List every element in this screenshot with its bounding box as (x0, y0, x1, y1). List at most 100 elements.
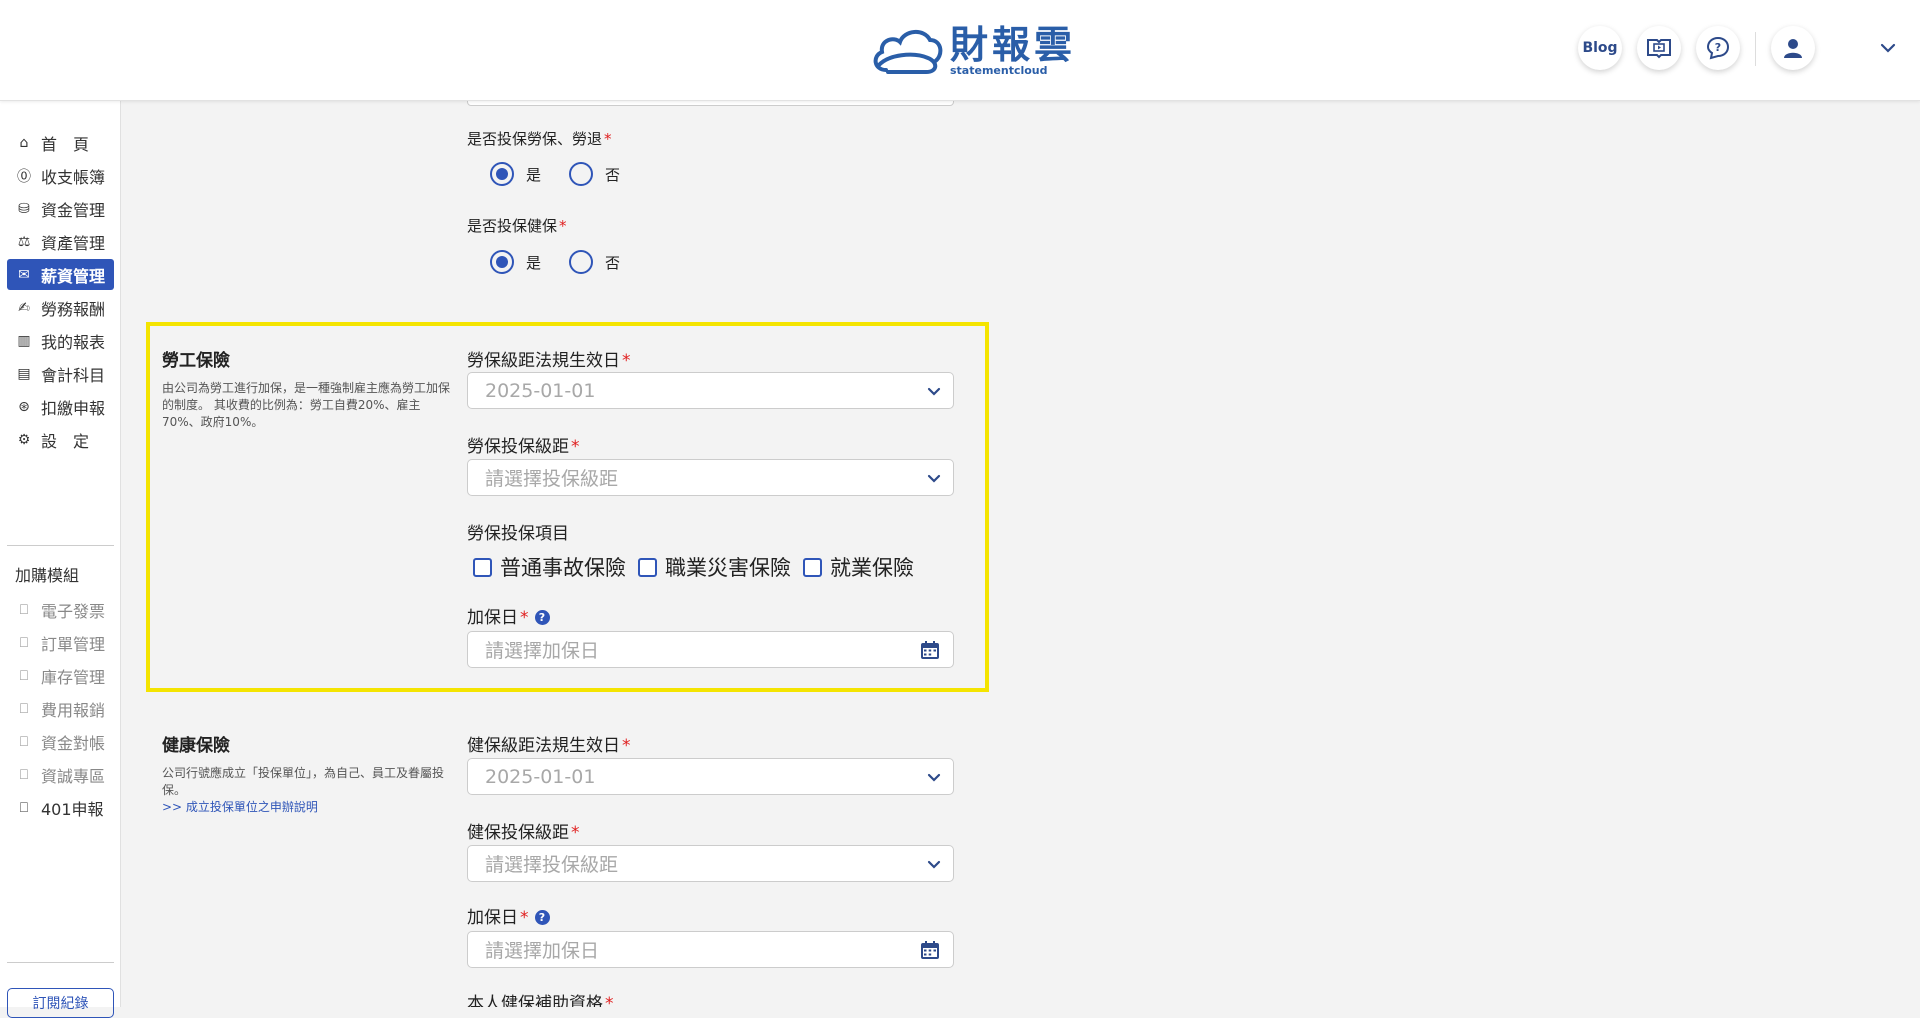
health-subsidy-label: 本人健保補助資格 * (467, 989, 614, 1007)
blog-label: Blog (1582, 40, 1618, 56)
lock-doc-icon: ⎕ (19, 700, 29, 717)
sidebar-addon-reconcile[interactable]: ⎕ 資金對帳 (7, 726, 114, 757)
sidebar-item-label: 費用報銷 (41, 700, 106, 720)
labor-items-checkbox-group: 普通事故保險 職業災害保險 就業保險 (473, 552, 926, 582)
sidebar-item-label: 首 頁 (41, 134, 90, 154)
sidebar-item-label: 會計科目 (41, 365, 106, 385)
sidebar: ⌂ 首 頁 ⓪ 收支帳簿 ⛁ 資金管理 ⚖ 資產管理 ✉ 薪資管理 ✍ 勞務報酬… (0, 101, 121, 1018)
sidebar-addon-inventory[interactable]: ⎕ 庫存管理 (7, 660, 114, 691)
subscription-button[interactable]: 訂閱紀錄 (7, 988, 114, 1018)
labor-pension-no-radio[interactable] (569, 162, 594, 186)
required-mark: * (520, 908, 529, 928)
sidebar-item-label: 資金管理 (41, 200, 106, 220)
health-no-radio[interactable] (569, 250, 594, 274)
sidebar-item-home[interactable]: ⌂ 首 頁 (7, 127, 114, 158)
health-effective-date-select[interactable]: 2025-01-01 (467, 758, 954, 795)
health-date-label-text: 加保日 (467, 908, 518, 928)
checkbox-label: 就業保險 (830, 556, 914, 580)
labor-date-label-text: 加保日 (467, 608, 518, 628)
sidebar-item-fund[interactable]: ⛁ 資金管理 (7, 193, 114, 224)
labor-items-label: 勞保投保項目 (467, 524, 569, 544)
sidebar-item-label: 資產管理 (41, 233, 106, 253)
lock-doc-icon: ⎕ (19, 634, 29, 651)
labor-pension-question: 是否投保勞保、勞退 * (467, 128, 612, 149)
health-insurance-desc: 公司行號應成立「投保單位」，為自己、員工及眷屬投保。 >> 成立投保單位之申辦說… (162, 765, 452, 816)
labor-effective-label: 勞保級距法規生效日 * (467, 346, 631, 371)
sidebar-item-accounts[interactable]: ▤ 會計科目 (7, 358, 114, 389)
required-mark: * (604, 130, 612, 148)
previous-select-field[interactable] (467, 101, 954, 106)
sidebar-item-label: 扣繳申報 (41, 398, 106, 418)
logo-subtitle: statementcloud (950, 64, 1048, 77)
labor-icon: ✍ (18, 299, 30, 316)
cloud-logo-icon (873, 30, 943, 74)
logo[interactable]: 財報雲 statementcloud (868, 22, 1076, 80)
apply-unit-link[interactable]: >> 成立投保單位之申辦說明 (162, 799, 452, 816)
health-question-text: 是否投保健保 (467, 217, 558, 235)
health-grade-placeholder: 請選擇投保級距 (485, 854, 619, 876)
blog-button[interactable]: Blog (1578, 26, 1622, 70)
health-date-placeholder: 請選擇加保日 (485, 940, 600, 962)
salary-icon: ✉ (18, 266, 30, 283)
sidebar-item-label: 電子發票 (41, 601, 106, 621)
labor-effective-label-text: 勞保級距法規生效日 (467, 351, 620, 371)
sidebar-item-ledger-book[interactable]: ⓪ 收支帳簿 (7, 160, 114, 191)
sidebar-item-withholding[interactable]: ⊛ 扣繳申報 (7, 391, 114, 422)
ledger-icon: ▤ (17, 365, 31, 382)
sidebar-item-salary[interactable]: ✉ 薪資管理 (7, 259, 114, 290)
health-effective-label-text: 健保級距法規生效日 (467, 736, 620, 756)
lock-doc-icon: ⎕ (19, 733, 29, 750)
sidebar-addon-401[interactable]: ⎕ 401申報 (7, 792, 114, 823)
employment-insurance-checkbox[interactable] (803, 557, 822, 577)
ordinary-accident-checkbox[interactable] (473, 557, 492, 577)
required-mark: * (559, 217, 567, 235)
svg-text:?: ? (1715, 41, 1721, 54)
health-date-input[interactable]: 請選擇加保日 (467, 931, 954, 968)
lock-doc-icon: ⎕ (19, 667, 29, 684)
fund-icon: ⛁ (18, 200, 30, 217)
top-header: 財報雲 statementcloud Blog ? (0, 0, 1920, 101)
health-grade-label: 健保投保級距 * (467, 818, 580, 843)
required-mark: * (571, 823, 580, 843)
sidebar-addon-e-invoice[interactable]: ⎕ 電子發票 (7, 594, 114, 625)
lock-doc-icon: ⎕ (19, 766, 29, 783)
sidebar-addon-expenses[interactable]: ⎕ 費用報銷 (7, 693, 114, 724)
user-avatar-button[interactable] (1771, 26, 1815, 70)
sidebar-item-settings[interactable]: ⚙ 設 定 (7, 424, 114, 455)
help-icon[interactable]: ? (534, 910, 550, 925)
labor-date-input[interactable]: 請選擇加保日 (467, 631, 954, 668)
labor-pension-yes-radio[interactable] (490, 162, 514, 186)
addon-section-title: 加購模組 (15, 566, 80, 585)
help-icon[interactable]: ? (534, 610, 550, 625)
chevron-down-icon[interactable] (1876, 36, 1900, 60)
logo-title: 財報雲 (950, 23, 1077, 67)
chevron-down-icon (927, 387, 941, 396)
sidebar-item-label: 訂單管理 (41, 634, 106, 654)
chevron-down-icon (927, 474, 941, 483)
occupational-injury-checkbox[interactable] (638, 557, 657, 577)
checkbox-label: 普通事故保險 (500, 556, 626, 580)
health-insurance-title: 健康保險 (162, 736, 230, 756)
subscription-label: 訂閱紀錄 (32, 996, 89, 1012)
health-yes-radio[interactable] (490, 250, 514, 274)
sidebar-addon-pwc[interactable]: ⎕ 資誠專區 (7, 759, 114, 790)
chevron-down-icon (927, 860, 941, 869)
required-mark: * (622, 351, 631, 371)
sidebar-addon-orders[interactable]: ⎕ 訂單管理 (7, 627, 114, 658)
sidebar-item-label: 薪資管理 (41, 266, 106, 286)
sidebar-item-assets[interactable]: ⚖ 資產管理 (7, 226, 114, 257)
video-tutorial-button[interactable] (1637, 26, 1681, 70)
labor-pension-question-text: 是否投保勞保、勞退 (467, 130, 603, 148)
labor-grade-select[interactable]: 請選擇投保級距 (467, 459, 954, 496)
sidebar-item-reports[interactable]: ▥ 我的報表 (7, 325, 114, 356)
labor-effective-date-select[interactable]: 2025-01-01 (467, 372, 954, 409)
sidebar-item-labor-fee[interactable]: ✍ 勞務報酬 (7, 292, 114, 323)
lock-doc-icon: ⎕ (19, 601, 29, 618)
labor-pension-radio-group: 是 否 (490, 162, 648, 186)
health-effective-date-value: 2025-01-01 (485, 765, 596, 788)
labor-insurance-title: 勞工保險 (162, 351, 230, 371)
sidebar-item-label: 我的報表 (41, 332, 106, 352)
doc-icon: ⎕ (19, 799, 29, 816)
help-chat-button[interactable]: ? (1696, 26, 1740, 70)
health-grade-select[interactable]: 請選擇投保級距 (467, 845, 954, 882)
